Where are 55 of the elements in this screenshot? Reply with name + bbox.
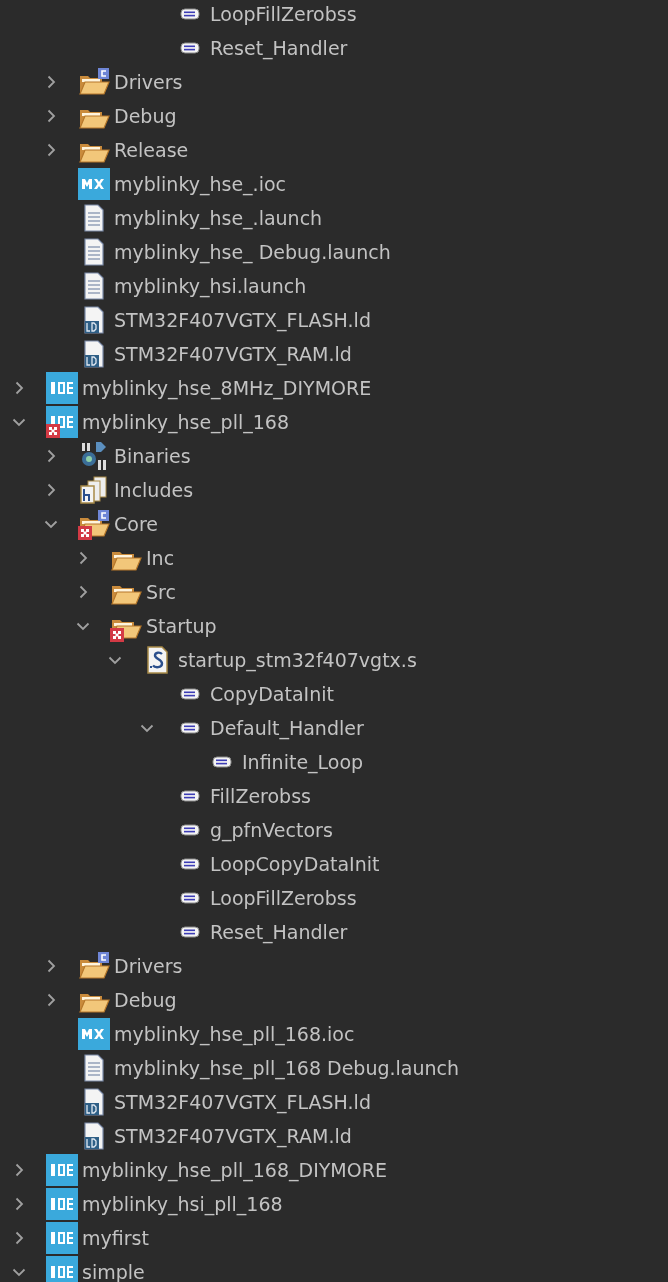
tree-item-label[interactable]: myblinky_hse_8MHz_DIYMORE bbox=[82, 377, 372, 399]
tree-item-label[interactable]: myfirst bbox=[82, 1227, 149, 1249]
tree-item-label[interactable]: FillZerobss bbox=[210, 785, 311, 807]
tree-item-label[interactable]: Drivers bbox=[114, 71, 183, 93]
tree-item-label[interactable]: g_pfnVectors bbox=[210, 819, 333, 841]
symbol-icon bbox=[180, 790, 200, 802]
tree-item-label[interactable]: Default_Handler bbox=[210, 717, 364, 739]
symbol-icon bbox=[180, 824, 200, 836]
tree-item-label[interactable]: myblinky_hse_pll_168_DIYMORE bbox=[82, 1159, 387, 1181]
tree-item-label[interactable]: LoopFillZerobss bbox=[210, 887, 357, 909]
tree-item-label[interactable]: myblinky_hsi.launch bbox=[114, 275, 307, 297]
tree-item-label[interactable]: Debug bbox=[114, 989, 177, 1011]
tree-item-label[interactable]: Release bbox=[114, 139, 189, 161]
tree-item-label[interactable]: Reset_Handler bbox=[210, 921, 348, 943]
project-icon bbox=[46, 1256, 78, 1282]
symbol-icon bbox=[180, 42, 200, 54]
tree-item-label[interactable]: myblinky_hse_pll_168 Debug.launch bbox=[114, 1057, 460, 1079]
symbol-icon bbox=[180, 688, 200, 700]
project-icon bbox=[46, 1222, 78, 1254]
source-folder-icon bbox=[78, 950, 110, 982]
symbol-icon bbox=[212, 756, 232, 768]
tree-item-label[interactable]: Core bbox=[114, 513, 158, 535]
symbol-icon bbox=[180, 892, 200, 904]
tree-item-label[interactable]: Inc bbox=[146, 547, 175, 569]
symbol-icon bbox=[180, 858, 200, 870]
tree-item-label[interactable]: Infinite_Loop bbox=[242, 751, 364, 773]
symbol-icon bbox=[180, 926, 200, 938]
tree-item-label[interactable]: myblinky_hse_ Debug.launch bbox=[114, 241, 391, 263]
project-icon bbox=[46, 1188, 78, 1220]
header-files-icon bbox=[78, 474, 110, 506]
project-icon bbox=[46, 372, 78, 404]
tree-item-label[interactable]: STM32F407VGTX_RAM.ld bbox=[114, 343, 352, 365]
symbol-icon bbox=[180, 722, 200, 734]
source-folder-icon bbox=[78, 66, 110, 98]
symbol-icon bbox=[180, 8, 200, 20]
tree-item-label[interactable]: myblinky_hsi_pll_168 bbox=[82, 1193, 283, 1215]
tree-item-label[interactable]: Drivers bbox=[114, 955, 183, 977]
tree-item-label[interactable]: myblinky_hse_pll_168.ioc bbox=[114, 1023, 355, 1045]
tree-item-label[interactable]: Src bbox=[146, 581, 176, 603]
tree-item-label[interactable]: LoopCopyDataInit bbox=[210, 853, 380, 875]
tree-item-label[interactable]: startup_stm32f407vgtx.s bbox=[178, 649, 417, 671]
tree-item-label[interactable]: myblinky_hse_.ioc bbox=[114, 173, 286, 195]
tree-item-label[interactable]: STM32F407VGTX_RAM.ld bbox=[114, 1125, 352, 1147]
tree-item-label[interactable]: CopyDataInit bbox=[210, 683, 334, 705]
tree-item-label[interactable]: LoopFillZerobss bbox=[210, 3, 357, 25]
tree-item-label[interactable]: Startup bbox=[146, 615, 217, 637]
project-icon bbox=[46, 1154, 78, 1186]
tree-item-label[interactable]: Binaries bbox=[114, 445, 191, 467]
tree-item-label[interactable]: myblinky_hse_pll_168 bbox=[82, 411, 289, 433]
tree-item-label[interactable]: Debug bbox=[114, 105, 177, 127]
tree-item-label[interactable]: STM32F407VGTX_FLASH.ld bbox=[114, 309, 371, 331]
tree-item-label[interactable]: Reset_Handler bbox=[210, 37, 348, 59]
tree-item-label[interactable]: STM32F407VGTX_FLASH.ld bbox=[114, 1091, 371, 1113]
tree-item-label[interactable]: myblinky_hse_.launch bbox=[114, 207, 323, 229]
tree-item-label[interactable]: Includes bbox=[114, 479, 194, 501]
